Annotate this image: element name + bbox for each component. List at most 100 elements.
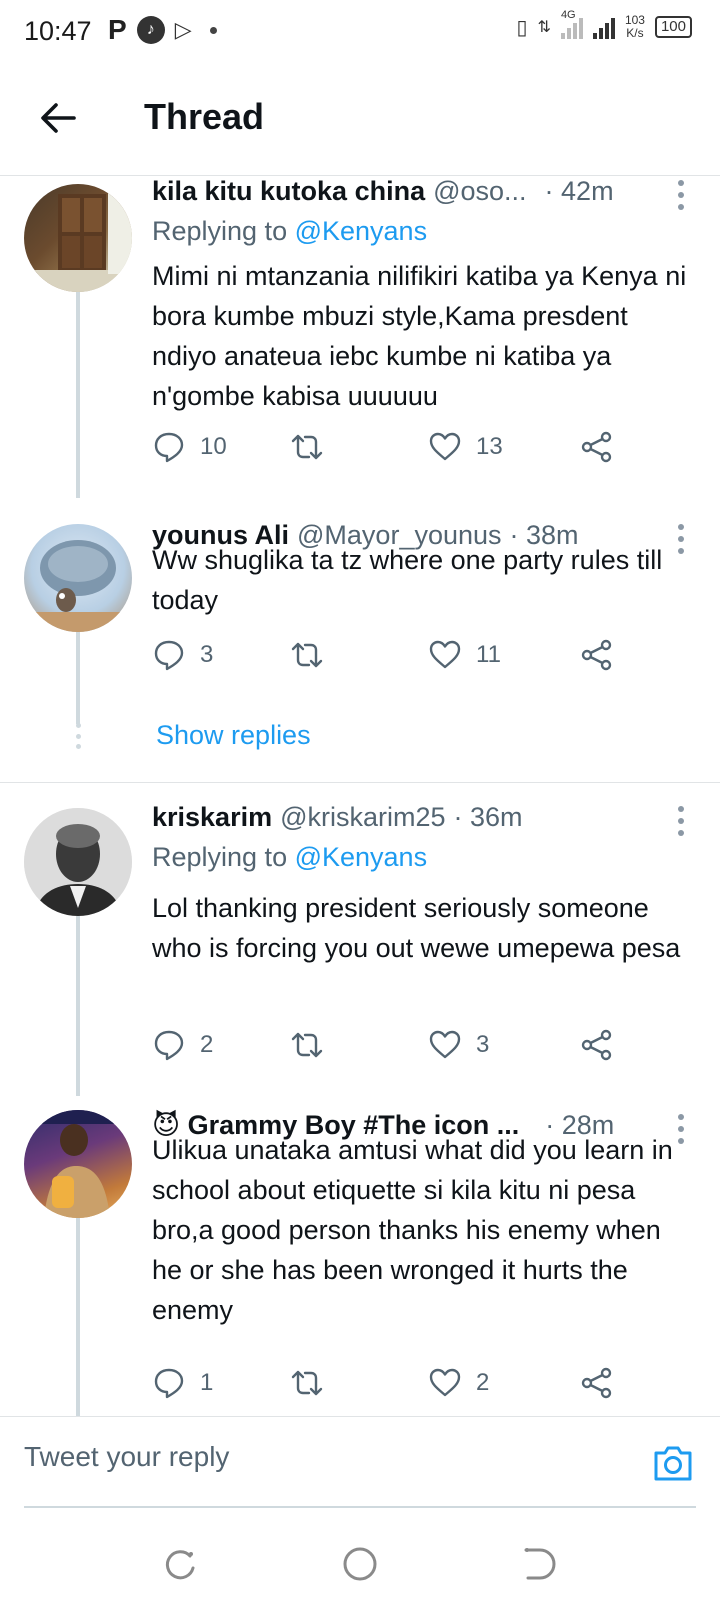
reply-button[interactable]: 10 [152, 430, 227, 464]
reply-icon [154, 640, 184, 671]
share-button[interactable] [580, 430, 614, 464]
reply-count: 10 [200, 433, 227, 460]
replying-mention[interactable]: @Kenyans [295, 842, 427, 872]
like-count: 3 [476, 1031, 490, 1058]
network-speed: 103 K/s [625, 14, 645, 40]
signal-icon: 4G [560, 9, 583, 39]
data-arrows-icon: ⇅ [537, 19, 551, 36]
back-button[interactable] [34, 94, 82, 142]
share-button[interactable] [580, 638, 614, 672]
home-circle-icon [343, 1547, 377, 1581]
like-button[interactable]: 3 [428, 1028, 489, 1062]
tweet[interactable]: kila kitu kutoka china @oso... · 42m Rep… [0, 176, 720, 498]
retweet-icon [291, 1370, 323, 1396]
tweet[interactable]: 😈 Grammy Boy #The icon ... · 28m Ulikua … [0, 1110, 720, 1416]
like-button[interactable]: 13 [428, 430, 503, 464]
reply-button[interactable]: 1 [152, 1366, 213, 1400]
display-name[interactable]: kriskarim [152, 802, 272, 833]
status-bar: 10:47 P ♪ ▷ ▯ ⇅ 4G 103 K/s 100 [0, 0, 720, 64]
share-button[interactable] [580, 1028, 614, 1062]
more-options-icon[interactable] [678, 180, 686, 210]
retweet-button[interactable] [290, 430, 324, 464]
avatar[interactable] [24, 184, 132, 292]
thread-line [76, 630, 80, 724]
reply-icon [154, 432, 184, 463]
tweet[interactable]: younus Ali @Mayor_younus · 38m Ww shugli… [0, 520, 720, 724]
share-icon [581, 1367, 612, 1399]
username[interactable]: @kriskarim25 [280, 802, 445, 833]
tiktok-icon: ♪ [136, 16, 165, 44]
tweet[interactable]: kriskarim @kriskarim25 · 36m Replying to… [0, 802, 720, 1096]
tweet-header: kriskarim @kriskarim25 · 36m [152, 802, 523, 833]
display-name[interactable]: kila kitu kutoka china [152, 176, 425, 207]
tweet-text: Ww shuglika ta tz where one party rules … [152, 545, 663, 615]
reply-button[interactable]: 2 [152, 1028, 213, 1062]
thread-line [76, 1216, 80, 1416]
tweet-header: kila kitu kutoka china @oso... · 42m [152, 176, 614, 207]
timestamp[interactable]: · 42m [545, 176, 614, 207]
reply-underline [24, 1506, 696, 1508]
like-count: 2 [476, 1369, 490, 1396]
retweet-button[interactable] [290, 1028, 324, 1062]
avatar-image [24, 808, 132, 916]
replying-prefix: Replying to [152, 216, 295, 246]
username[interactable]: @oso... [433, 176, 526, 207]
parking-app-icon: P [108, 14, 127, 45]
reply-icon [154, 1368, 184, 1399]
replying-to: Replying to @Kenyans [152, 842, 427, 873]
timestamp[interactable]: · 36m [454, 802, 523, 833]
tweet-actions: 1 2 [152, 1366, 622, 1402]
reply-icon [154, 1030, 184, 1061]
more-notifications-icon [209, 26, 217, 34]
arrow-left-icon [41, 103, 76, 133]
retweet-button[interactable] [290, 638, 324, 672]
tweet-text: Ulikua unataka amtusi what did you learn… [152, 1135, 673, 1325]
header: Thread [0, 64, 720, 176]
more-options-icon[interactable] [678, 806, 686, 836]
retweet-button[interactable] [290, 1366, 324, 1400]
divider [0, 782, 720, 783]
like-count: 11 [476, 641, 501, 668]
share-icon [581, 431, 612, 463]
heart-icon [429, 432, 461, 461]
reply-button[interactable]: 3 [152, 638, 213, 672]
heart-icon [429, 1368, 461, 1397]
avatar-image [24, 1110, 132, 1218]
thread-line [76, 286, 80, 498]
recents-button[interactable] [160, 1544, 200, 1584]
status-time: 10:47 [24, 16, 92, 46]
avatar[interactable] [24, 1110, 132, 1218]
share-button[interactable] [580, 1366, 614, 1400]
show-replies-link[interactable]: Show replies [156, 720, 311, 751]
avatar[interactable] [24, 524, 132, 632]
avatar[interactable] [24, 808, 132, 916]
reply-input[interactable] [24, 1441, 584, 1473]
thread-line [76, 910, 80, 1096]
recents-icon [165, 1550, 195, 1580]
system-icons: ▯ ⇅ 4G 103 K/s 100 [517, 9, 692, 40]
tweet-text: Mimi ni mtanzania nilifikiri katiba ya K… [152, 261, 687, 411]
tweet-actions: 3 11 [152, 638, 622, 674]
battery-icon: 100 [654, 16, 692, 38]
like-button[interactable]: 2 [428, 1366, 489, 1400]
share-icon [581, 639, 612, 671]
back-nav-button[interactable] [520, 1544, 560, 1584]
signal-icon-2 [592, 15, 615, 39]
camera-button[interactable] [652, 1443, 694, 1483]
notification-icons: P ♪ ▷ [108, 14, 217, 46]
heart-icon [429, 1030, 461, 1059]
tweet-text: Lol thanking president seriously someone… [152, 893, 681, 963]
reply-bar [0, 1416, 720, 1508]
page-title: Thread [144, 96, 265, 137]
like-button[interactable]: 11 [428, 638, 501, 672]
tweet-actions: 10 13 [152, 430, 622, 466]
avatar-image [24, 184, 132, 292]
replying-mention[interactable]: @Kenyans [295, 216, 427, 246]
replying-prefix: Replying to [152, 842, 295, 872]
like-count: 13 [476, 433, 503, 460]
home-button[interactable] [340, 1544, 380, 1584]
more-replies-dots [74, 723, 82, 749]
avatar-image [24, 540, 132, 632]
system-nav-bar [0, 1530, 720, 1612]
retweet-icon [291, 642, 323, 668]
